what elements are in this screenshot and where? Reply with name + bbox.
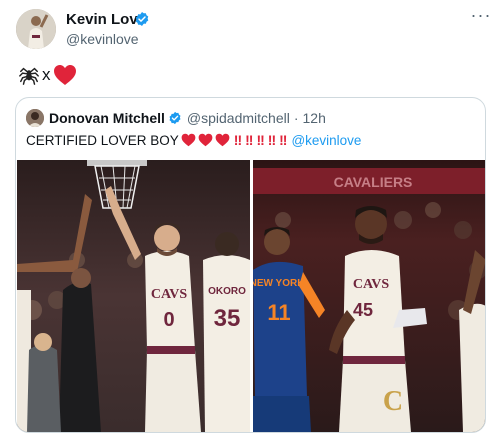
jersey-back-number-text: 35	[214, 305, 241, 332]
opponent-team-text: NEW YORK	[253, 278, 305, 289]
quoted-tweet[interactable]: Donovan Mitchell @spidadmitchell · 12h C…	[15, 97, 486, 433]
quoted-timestamp[interactable]: 12h	[303, 110, 326, 126]
separator-dot: ·	[293, 110, 299, 126]
red-heart-icon	[198, 133, 213, 147]
avatar-photo	[16, 9, 56, 49]
verified-badge-icon	[169, 111, 181, 125]
author-handle[interactable]: @kevinlove	[66, 31, 139, 47]
double-exclamation-icon: !!	[233, 132, 242, 148]
quoted-text-body: CERTIFIED LOVER BOY	[26, 132, 179, 148]
quoted-author-name[interactable]: Donovan Mitchell	[49, 110, 165, 126]
quoted-avatar-photo	[26, 109, 44, 127]
jersey-team-text: CAVS	[353, 277, 390, 292]
quoted-tweet-header: Donovan Mitchell @spidadmitchell · 12h	[26, 108, 326, 128]
media-photo-left[interactable]: CAVS 0 OKORO 35	[17, 160, 250, 432]
double-exclamation-icon: !!	[267, 132, 276, 148]
quoted-tweet-text: CERTIFIED LOVER BOY !! !! !! !! !! @kevi…	[26, 130, 361, 150]
tweet-text: x	[18, 63, 77, 87]
media-photo-right[interactable]: CAVALIERS NEW YORK 11 CAVS 45 C	[253, 160, 485, 432]
author-avatar[interactable]	[16, 9, 56, 49]
double-exclamation-icon: !!	[245, 132, 253, 148]
quoted-author-handle[interactable]: @spidadmitchell	[187, 110, 290, 126]
quoted-author-avatar[interactable]	[26, 109, 44, 127]
photo-game-action: CAVALIERS NEW YORK 11 CAVS 45 C	[253, 160, 485, 432]
spider-icon	[19, 67, 39, 85]
red-heart-icon	[53, 65, 76, 85]
double-exclamation-icon: !!	[279, 132, 287, 148]
verified-badge-icon	[135, 12, 149, 26]
opponent-number-text: 11	[267, 300, 290, 325]
red-heart-icon	[215, 133, 230, 147]
tweet-separator: x	[42, 65, 51, 84]
arena-banner-text: CAVALIERS	[334, 174, 413, 190]
jersey-number-text: 0	[163, 309, 174, 331]
jersey-team-text: CAVS	[151, 287, 188, 302]
mention-link[interactable]: @kevinlove	[291, 133, 361, 148]
red-heart-icon	[181, 133, 196, 147]
jersey-number-text: 45	[353, 300, 373, 320]
media-grid: CAVS 0 OKORO 35 CAVALIERS NEW YORK 11 CA…	[17, 160, 485, 432]
photo-celebration: CAVS 0 OKORO 35	[17, 160, 250, 432]
tweet[interactable]: Kevin Love @kevinlove ··· x Donovan Mitc…	[0, 0, 500, 440]
more-options-icon[interactable]: ···	[470, 6, 492, 26]
shorts-logo-icon: C	[383, 386, 403, 417]
double-exclamation-icon: !!	[256, 132, 264, 148]
jersey-back-name-text: OKORO	[208, 286, 246, 297]
